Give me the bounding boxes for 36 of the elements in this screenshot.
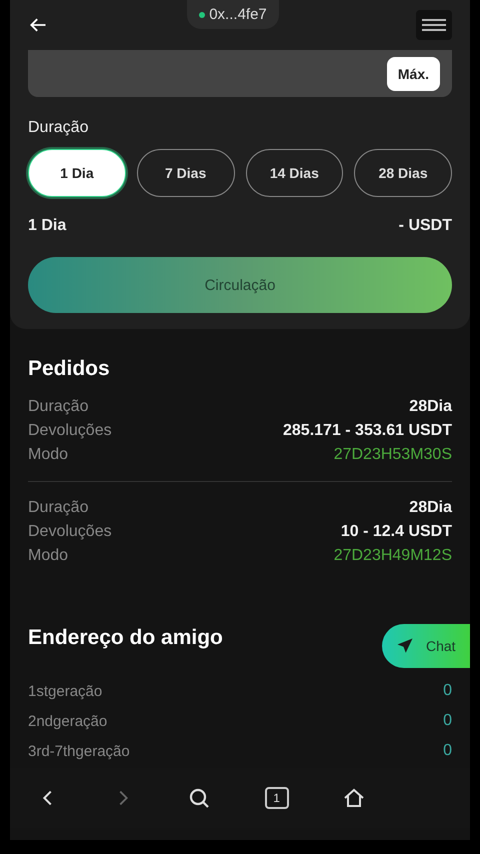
duration-option[interactable]: 1 Dia (28, 149, 126, 197)
max-button[interactable]: Máx. (386, 56, 440, 90)
generation-count: 0 (443, 712, 452, 730)
menu-icon[interactable] (416, 10, 452, 40)
tabs-button[interactable]: 1 (264, 787, 289, 809)
order-value: 28Dia (409, 499, 452, 517)
duration-option[interactable]: 28 Dias (354, 149, 452, 197)
home-icon[interactable] (342, 786, 366, 810)
order-label: Devoluções (28, 422, 112, 440)
generation-label: 2ndgeração (28, 712, 108, 730)
countdown: 27D23H49M12S (334, 547, 452, 565)
order-label: Duração (28, 398, 88, 416)
summary-duration: 1 Dia (28, 217, 66, 235)
duration-option[interactable]: 7 Dias (136, 149, 234, 197)
order-value: 10 - 12.4 USDT (340, 523, 452, 541)
order-label: Duração (28, 499, 88, 517)
section-title: Endereço do amigo (28, 626, 223, 650)
summary-amount: - USDT (398, 217, 452, 235)
search-icon[interactable] (187, 786, 212, 810)
generation-count: 0 (443, 742, 452, 760)
countdown: 27D23H53M30S (334, 446, 452, 464)
order-label: Devoluções (28, 523, 112, 541)
duration-option[interactable]: 14 Dias (246, 149, 344, 197)
amount-field[interactable]: Máx. (28, 50, 452, 97)
order-label: Modo (28, 446, 68, 464)
chat-button[interactable]: Chat (382, 624, 470, 668)
order-label: Modo (28, 547, 68, 565)
wallet-address[interactable]: 0x...4fe7 (187, 0, 279, 29)
send-icon (396, 637, 414, 655)
order-value: 285.171 - 353.61 USDT (283, 422, 452, 440)
generation-label: 3rd-7thgeração (28, 742, 130, 760)
section-title: Pedidos (28, 357, 111, 381)
order-value: 28Dia (409, 398, 452, 416)
section-label: Duração (28, 119, 90, 137)
generation-label: 1stgeração (28, 682, 102, 700)
generation-count: 0 (443, 682, 452, 700)
